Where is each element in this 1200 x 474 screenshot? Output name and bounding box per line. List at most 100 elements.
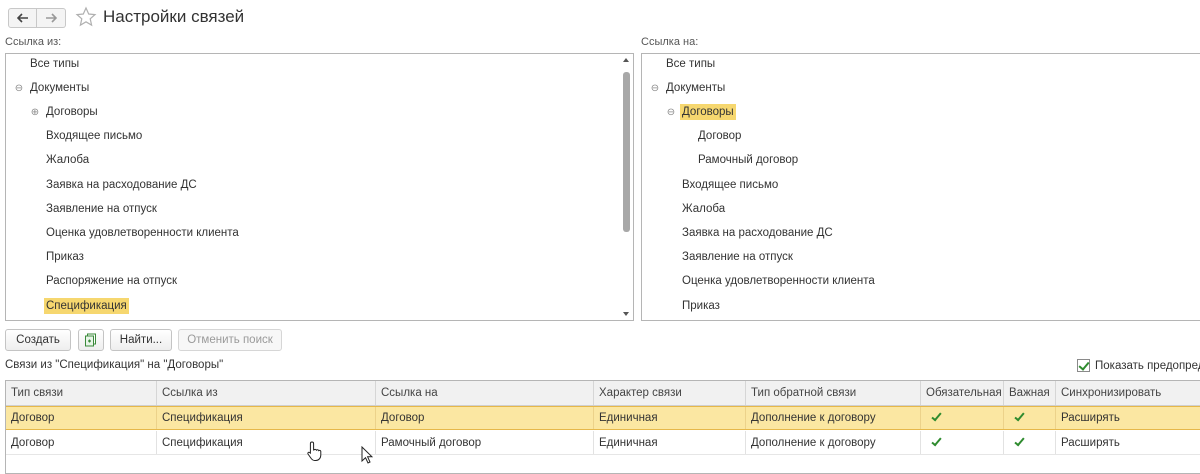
check-icon	[931, 410, 942, 422]
arrow-cursor-icon	[361, 446, 373, 464]
cancel-search-button[interactable]: Отменить поиск	[178, 329, 282, 351]
tree-item[interactable]: Документы	[28, 76, 91, 100]
check-icon	[1014, 410, 1025, 422]
collapse-icon[interactable]: ⊖	[650, 83, 660, 94]
tree-item-label: Заявка на расходование ДС	[682, 227, 833, 239]
required-check-cell	[921, 407, 1004, 429]
back-button[interactable]	[8, 8, 37, 28]
table-row[interactable]: Договор Спецификация Рамочный договор Ед…	[6, 431, 1200, 455]
find-button[interactable]: Найти...	[110, 329, 172, 351]
tree-item[interactable]: Документы	[664, 76, 727, 100]
link-to-tree[interactable]: Все типы ⊖ Документы ⊖ Договоры Договор …	[641, 53, 1200, 321]
tree-item-label: Входящее письмо	[46, 130, 143, 142]
tree-item-label: Договоры	[680, 104, 736, 120]
tree-item[interactable]: Приказ	[680, 294, 722, 318]
tree-item[interactable]: Оценка удовлетворенности клиента	[680, 269, 877, 293]
tree-item-selected[interactable]: Договоры	[680, 100, 736, 124]
tree-item-label: Заявка на расходование ДС	[46, 179, 197, 191]
link-from-tree[interactable]: Все типы ⊖ Документы ⊕ Договоры Входящее…	[5, 53, 634, 321]
tree-item[interactable]: Заявка на расходование ДС	[44, 173, 199, 197]
tree-item[interactable]: Жалоба	[44, 148, 91, 172]
tree-item-label: Все типы	[666, 58, 716, 70]
table-cell: Рамочный договор	[376, 431, 594, 454]
tree-item[interactable]: Рамочный договор	[696, 148, 800, 172]
tree-item[interactable]: Все типы	[28, 54, 81, 76]
column-header[interactable]: Тип обратной связи	[746, 381, 921, 405]
table-cell: Расширять	[1061, 412, 1120, 424]
column-header[interactable]: Важная	[1004, 381, 1056, 405]
table-row-selected[interactable]: Договор Спецификация Договор Единичная Д…	[6, 406, 1200, 430]
hand-cursor-icon	[307, 441, 322, 461]
tree-item[interactable]: Все типы	[664, 54, 717, 76]
title-bar: Настройки связей	[0, 0, 1200, 34]
column-header[interactable]: Ссылка из	[157, 381, 376, 405]
check-icon	[931, 435, 942, 446]
column-header[interactable]: Тип связи	[6, 381, 157, 405]
table-cell: Договор	[6, 431, 157, 454]
tree-item[interactable]: Договор	[696, 124, 743, 148]
column-header[interactable]: Синхронизировать	[1056, 381, 1200, 405]
required-check-cell	[921, 431, 1004, 454]
link-from-label: Ссылка из:	[5, 36, 62, 48]
collapse-icon[interactable]: ⊖	[14, 83, 24, 94]
collapse-icon[interactable]: ⊖	[666, 107, 676, 118]
table-cell: Дополнение к договору	[746, 431, 921, 454]
tree-item-selected[interactable]: Спецификация	[44, 294, 129, 318]
tree-item-label: Приказ	[46, 251, 84, 263]
table-cell: Дополнение к договору	[746, 407, 921, 429]
tree-item-label: Договоры	[46, 106, 98, 118]
table-cell: Договор	[6, 407, 157, 429]
tree-item[interactable]: Оценка удовлетворенности клиента	[44, 221, 241, 245]
navigation-buttons	[8, 8, 67, 28]
copy-button[interactable]	[78, 329, 104, 351]
arrow-right-icon	[46, 13, 57, 23]
tree-item-label: Оценка удовлетворенности клиента	[46, 227, 239, 239]
tree-item-label: Приказ	[682, 300, 720, 312]
table-cell: Расширять	[1061, 436, 1120, 449]
tree-item[interactable]: Входящее письмо	[44, 124, 144, 148]
tree-item-label: Договор	[698, 130, 742, 142]
tree-item-label: Спецификация	[44, 298, 129, 314]
scroll-thumb[interactable]	[623, 72, 630, 232]
table-cell: Договор	[376, 407, 594, 429]
tree-item[interactable]: Заявка на расходование ДС	[680, 221, 835, 245]
tree-item[interactable]: Жалоба	[680, 197, 727, 221]
tree-item-label: Жалоба	[46, 154, 90, 166]
tree-scrollbar[interactable]	[622, 56, 631, 318]
column-header[interactable]: Характер связи	[594, 381, 746, 405]
expand-icon[interactable]: ⊕	[30, 107, 40, 118]
tree-item[interactable]: Входящее письмо	[680, 173, 780, 197]
tree-item-label: Заявление на отпуск	[46, 203, 157, 215]
tree-item[interactable]: Договоры	[44, 100, 100, 124]
links-table[interactable]: Тип связи Ссылка из Ссылка на Характер с…	[5, 380, 1200, 474]
scroll-up-icon[interactable]	[623, 58, 629, 62]
tree-item-label: Все типы	[30, 58, 80, 70]
tree-item-label: Оценка удовлетворенности клиента	[682, 275, 875, 287]
tree-item[interactable]: Приказ	[44, 245, 86, 269]
table-cell: Единичная	[594, 407, 746, 429]
column-header[interactable]: Ссылка на	[376, 381, 594, 405]
scroll-down-icon[interactable]	[623, 312, 629, 316]
tree-item-label: Входящее письмо	[682, 179, 779, 191]
table-cell: Единичная	[594, 431, 746, 454]
create-button[interactable]: Создать	[5, 329, 71, 351]
important-check-cell	[1004, 431, 1056, 454]
table-cell: Спецификация	[157, 431, 376, 454]
tree-item-label: Жалоба	[682, 203, 726, 215]
important-check-cell	[1004, 407, 1056, 429]
tree-item-label: Распоряжение на отпуск	[46, 275, 177, 287]
forward-button[interactable]	[37, 8, 66, 28]
tree-item-label: Документы	[30, 82, 90, 94]
table-header: Тип связи Ссылка из Ссылка на Характер с…	[6, 381, 1200, 406]
tree-item[interactable]: Заявление на отпуск	[680, 245, 795, 269]
page-title: Настройки связей	[103, 7, 245, 26]
arrow-left-icon	[16, 13, 28, 23]
show-predefined-checkbox[interactable]	[1077, 359, 1090, 372]
table-cell: Спецификация	[157, 407, 376, 429]
show-predefined-toggle[interactable]: Показать предопределенные	[1077, 359, 1200, 372]
star-icon[interactable]	[75, 6, 97, 28]
tree-item-label: Документы	[666, 82, 726, 94]
tree-item[interactable]: Распоряжение на отпуск	[44, 269, 179, 293]
tree-item[interactable]: Заявление на отпуск	[44, 197, 159, 221]
column-header[interactable]: Обязательная	[921, 381, 1004, 405]
